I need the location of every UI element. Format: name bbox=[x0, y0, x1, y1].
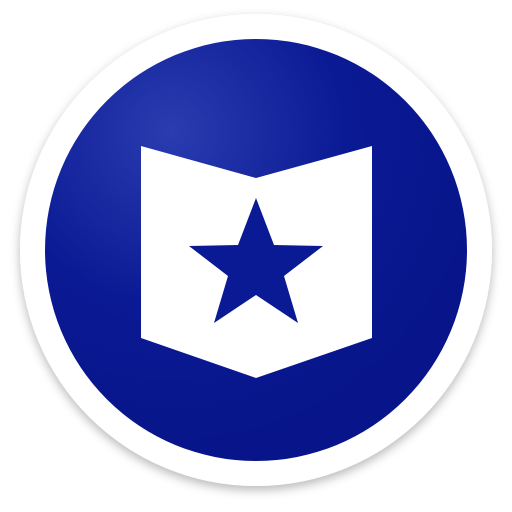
icon-canvas bbox=[0, 0, 512, 512]
app-icon[interactable] bbox=[0, 0, 512, 512]
